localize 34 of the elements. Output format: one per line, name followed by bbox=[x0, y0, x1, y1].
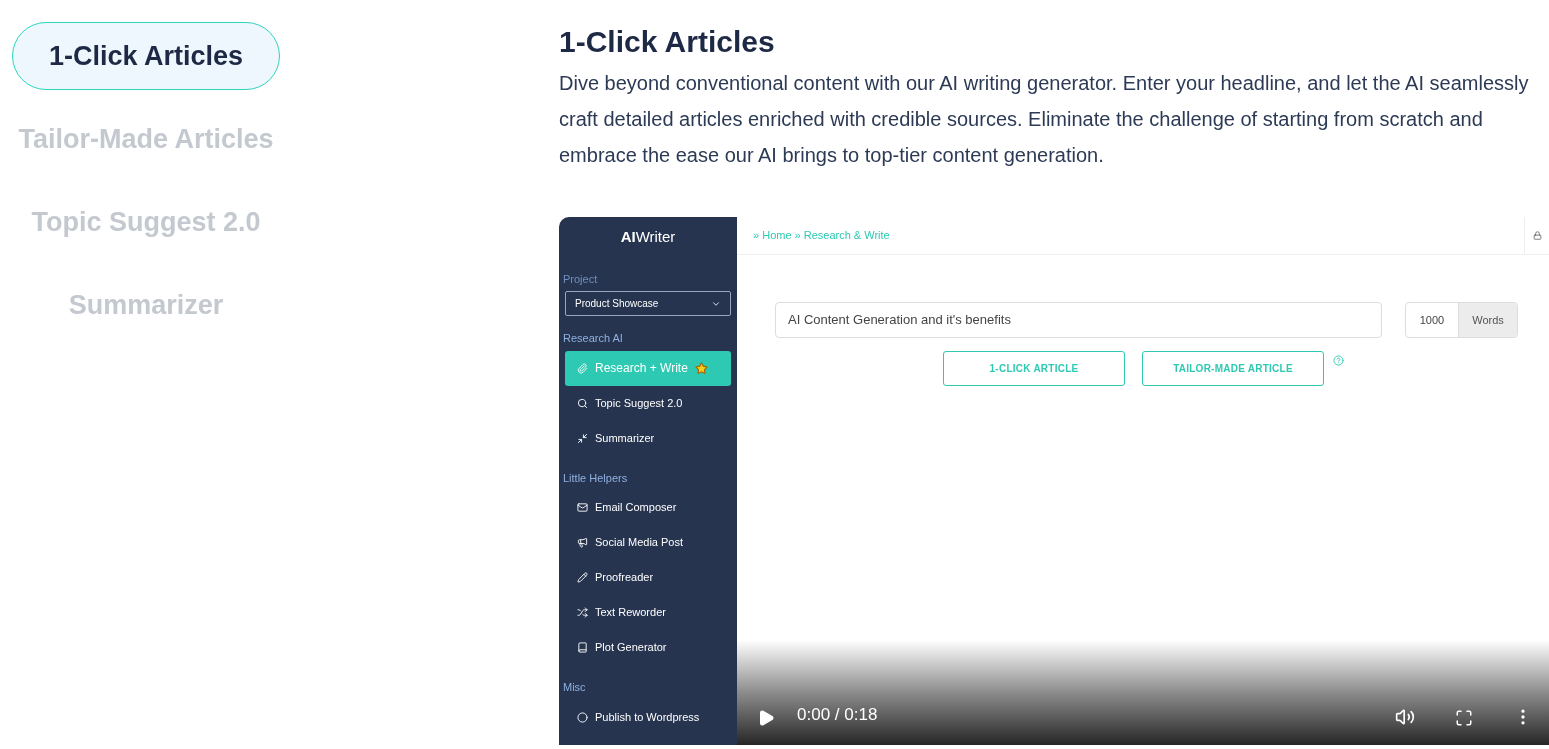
search-icon bbox=[577, 397, 588, 409]
pencil-icon bbox=[577, 572, 588, 583]
envelope-icon bbox=[577, 502, 588, 513]
sidebar-item[interactable]: Text Reworder bbox=[565, 595, 731, 630]
words-addon: Words bbox=[1459, 303, 1517, 337]
sidebar-heading: Research AI bbox=[563, 331, 623, 346]
sidebar-item[interactable]: Topic Suggest 2.0 bbox=[565, 385, 731, 421]
volume-icon[interactable] bbox=[1395, 707, 1415, 727]
section-title: 1-Click Articles bbox=[559, 24, 776, 60]
app-logo: AIWriter bbox=[620, 227, 676, 247]
fullscreen-icon[interactable] bbox=[1455, 709, 1473, 727]
book-icon bbox=[577, 642, 588, 653]
project-label: Project bbox=[563, 271, 599, 287]
sidebar-heading: Little Helpers bbox=[563, 470, 628, 486]
circle-icon bbox=[577, 711, 588, 723]
section-description: Dive beyond conventional content with our AI writing generator. Enter your headline, and let the AI seamlessly craft detailed articles enriched with credible sources. Eliminate the challenge of starting from scratch and embrace the ease our AI brings to top-tier content generation. bbox=[559, 71, 1530, 168]
play-icon[interactable] bbox=[757, 709, 775, 727]
sidebar-item[interactable]: Social Media Post bbox=[565, 525, 731, 560]
shuffle-icon bbox=[577, 607, 588, 618]
sidebar-item[interactable]: Plot Generator bbox=[565, 630, 731, 665]
sidebar-item[interactable]: Summarizer bbox=[565, 420, 731, 456]
sidebar-heading: Misc bbox=[563, 680, 586, 695]
video-time: 0:00 / 0:18 bbox=[797, 703, 878, 726]
sidebar-item[interactable]: Email Composer bbox=[565, 490, 731, 525]
headline-field[interactable]: AI Content Generation and it's benefits bbox=[775, 302, 1382, 338]
sidebar-item[interactable]: Proofreader bbox=[565, 560, 731, 595]
lock-icon[interactable] bbox=[1532, 231, 1542, 240]
megaphone-icon bbox=[577, 537, 588, 548]
feature-tab[interactable]: 1-Click Articles bbox=[11, 22, 281, 90]
breadcrumb: » Home » Research & Write bbox=[753, 228, 890, 244]
arrows-icon bbox=[577, 432, 588, 444]
paperclip-icon bbox=[577, 362, 588, 374]
project-select[interactable]: Product Showcase bbox=[565, 291, 731, 316]
sidebar-item[interactable]: Publish to Wordpress bbox=[565, 699, 731, 735]
